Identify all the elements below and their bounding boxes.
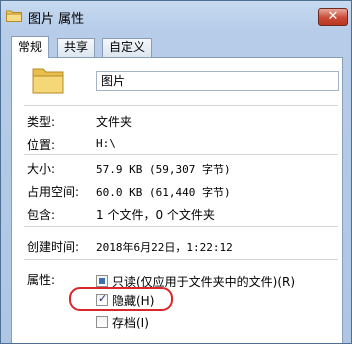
readonly-checkbox[interactable] xyxy=(96,275,108,287)
tab-label: 自定义 xyxy=(109,40,146,54)
type-label: 类型: xyxy=(27,115,56,129)
disk-size-label: 占用空间: xyxy=(27,185,80,199)
tab-customize[interactable]: 自定义 xyxy=(102,38,153,57)
close-icon: ✕ xyxy=(327,9,339,24)
archive-checkbox[interactable] xyxy=(96,316,108,328)
divider xyxy=(24,259,338,260)
window-title: 图片 属性 xyxy=(28,12,85,27)
divider xyxy=(24,226,338,227)
divider xyxy=(24,105,338,106)
close-button[interactable]: ✕ xyxy=(318,8,348,26)
created-label: 创建时间: xyxy=(27,240,80,254)
properties-window: 图片 属性 ✕ 常规 共享 自定义 图片 类型: 文件夹 位置: H:\ 大小:… xyxy=(0,0,352,344)
folder-name-input[interactable]: 图片 xyxy=(96,71,339,91)
location-value: H:\ xyxy=(96,137,116,150)
red-highlight-annotation xyxy=(69,287,173,311)
tab-general[interactable]: 常规 xyxy=(11,36,50,58)
attributes-label: 属性: xyxy=(27,273,56,287)
tab-label: 共享 xyxy=(64,40,89,54)
archive-checkbox-label[interactable]: 存档(I) xyxy=(112,314,149,331)
location-label: 位置: xyxy=(27,138,56,152)
tab-sharing[interactable]: 共享 xyxy=(57,38,96,57)
disk-size-value: 60.0 KB (61,440 字节) xyxy=(96,186,231,199)
divider xyxy=(24,154,338,155)
general-panel: 图片 类型: 文件夹 位置: H:\ 大小: 57.9 KB (59,307 字… xyxy=(11,57,343,343)
created-value: 2018年6月22日，1:22:12 xyxy=(96,241,233,254)
type-value: 文件夹 xyxy=(96,115,133,129)
title-bar[interactable]: 图片 属性 ✕ xyxy=(1,1,351,31)
tab-label: 常规 xyxy=(18,40,43,54)
folder-icon xyxy=(6,10,22,22)
contains-label: 包含: xyxy=(27,208,56,222)
size-value: 57.9 KB (59,307 字节) xyxy=(96,163,231,176)
folder-icon xyxy=(32,68,64,94)
size-label: 大小: xyxy=(27,162,56,176)
contains-value: 1 个文件，0 个文件夹 xyxy=(96,208,215,222)
tab-strip: 常规 共享 自定义 xyxy=(11,36,341,58)
